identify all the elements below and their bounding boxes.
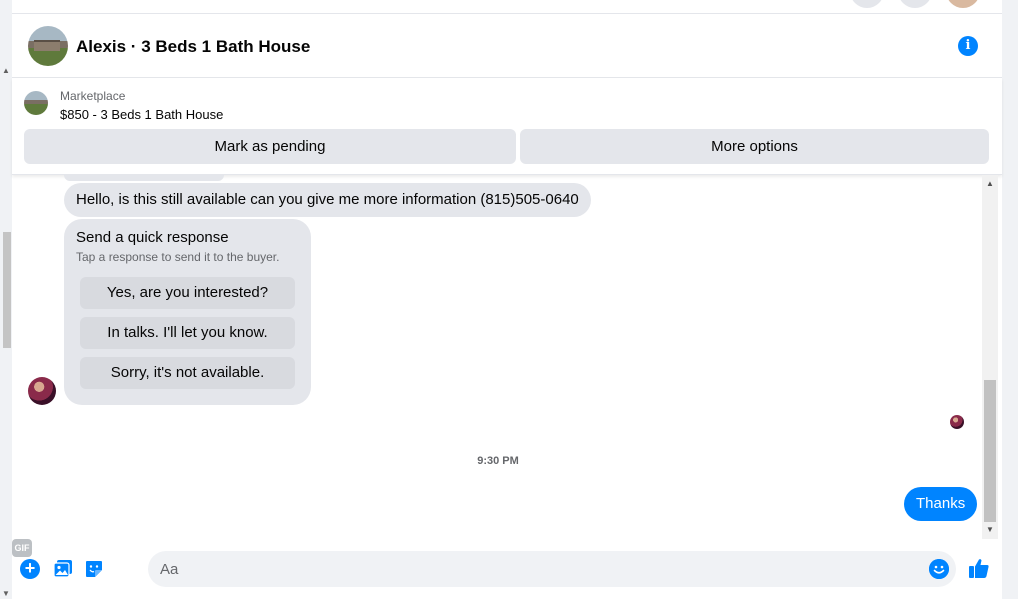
sticker-icon[interactable] (84, 559, 104, 579)
thread-scrollbar-thumb[interactable] (984, 380, 996, 522)
message-input[interactable] (160, 551, 920, 587)
quick-response-button[interactable]: Sorry, it's not available. (80, 357, 295, 389)
thread-scroll-down-icon[interactable]: ▼ (986, 525, 994, 534)
listing-price-title[interactable]: $850 - 3 Beds 1 Bath House (60, 107, 223, 122)
scroll-down-arrow-icon[interactable]: ▼ (2, 589, 10, 598)
info-icon[interactable]: i (958, 36, 978, 56)
listing-thumbnail[interactable] (24, 91, 48, 115)
quick-response-subtitle: Tap a response to send it to the buyer. (76, 250, 280, 264)
top-navigation-bar (12, 0, 1002, 14)
outgoing-message[interactable]: Thanks (904, 487, 978, 521)
thread-scrollbar[interactable]: ▲ ▼ (982, 175, 998, 539)
message-thread[interactable]: Hello, is this still available can you g… (12, 175, 1002, 539)
outer-scrollbar-thumb[interactable] (3, 232, 11, 348)
thread-scroll-up-icon[interactable]: ▲ (986, 179, 994, 188)
previous-message-bubble (64, 175, 224, 181)
quick-response-title: Send a quick response (76, 229, 229, 246)
sender-avatar[interactable] (28, 377, 56, 405)
profile-avatar[interactable] (946, 0, 980, 8)
nav-button[interactable] (898, 0, 932, 8)
plus-icon[interactable]: + (20, 559, 40, 579)
conversation-avatar[interactable] (28, 26, 68, 66)
listing-source-label: Marketplace (60, 89, 126, 103)
like-icon[interactable] (968, 557, 990, 579)
gif-icon[interactable]: GIF (12, 539, 32, 557)
message-input-wrapper (148, 551, 956, 587)
quick-response-card: Send a quick response Tap a response to … (64, 219, 311, 405)
right-gutter (1002, 0, 1018, 599)
chat-panel: Alexis · 3 Beds 1 Bath House i Marketpla… (12, 14, 1002, 599)
more-options-button[interactable]: More options (520, 129, 989, 164)
emoji-icon[interactable] (929, 559, 949, 579)
incoming-message[interactable]: Hello, is this still available can you g… (64, 183, 591, 217)
scroll-up-arrow-icon[interactable]: ▲ (2, 66, 10, 75)
image-icon[interactable] (53, 559, 73, 579)
nav-button[interactable] (850, 0, 884, 8)
quick-response-button[interactable]: In talks. I'll let you know. (80, 317, 295, 349)
marketplace-listing-bar: Marketplace $850 - 3 Beds 1 Bath House M… (12, 78, 1002, 175)
message-composer: + GIF (12, 539, 1002, 599)
quick-response-button[interactable]: Yes, are you interested? (80, 277, 295, 309)
read-receipt-avatar (950, 415, 964, 429)
conversation-title[interactable]: Alexis · 3 Beds 1 Bath House (76, 37, 310, 57)
message-timestamp: 9:30 PM (477, 455, 519, 467)
outer-scrollbar[interactable]: ▲ ▼ (0, 0, 12, 599)
mark-as-pending-button[interactable]: Mark as pending (24, 129, 516, 164)
chat-header: Alexis · 3 Beds 1 Bath House i (12, 14, 1002, 78)
